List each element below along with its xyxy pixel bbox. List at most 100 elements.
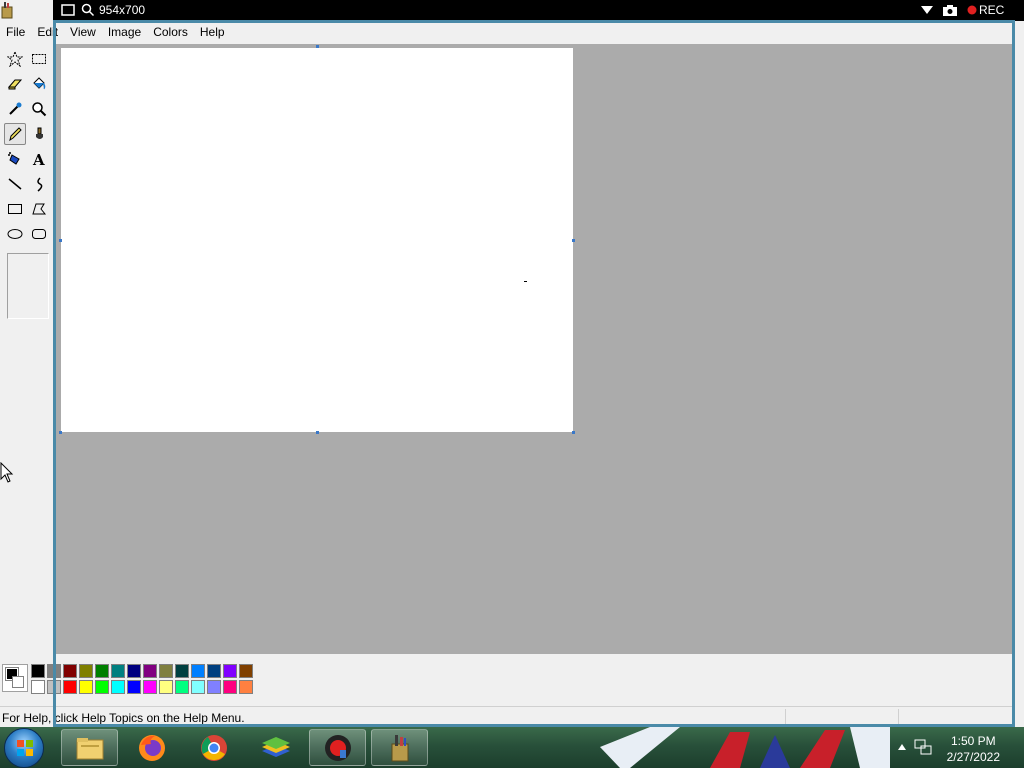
status-separator — [898, 709, 899, 725]
workspace — [53, 44, 1014, 654]
rectangle-tool[interactable] — [4, 198, 26, 220]
rounded-rectangle-tool[interactable] — [28, 223, 50, 245]
taskbar-file-explorer[interactable] — [61, 729, 118, 766]
menu-file[interactable]: File — [0, 21, 31, 43]
camera-icon[interactable] — [942, 4, 958, 17]
pencil-icon — [9, 127, 22, 142]
free-form-select-tool[interactable] — [4, 48, 26, 70]
palette-swatch[interactable] — [95, 680, 109, 694]
palette-swatch[interactable] — [47, 680, 61, 694]
taskbar-screen-recorder[interactable] — [309, 729, 366, 766]
airbrush-icon — [8, 152, 20, 165]
rec-label[interactable]: REC — [979, 3, 1004, 17]
palette-swatch[interactable] — [207, 664, 221, 678]
palette-swatch[interactable] — [127, 680, 141, 694]
line-icon — [8, 178, 22, 190]
menu-image[interactable]: Image — [102, 21, 147, 43]
brush-tool[interactable] — [28, 123, 50, 145]
palette-swatch[interactable] — [31, 680, 45, 694]
taskbar-chrome[interactable] — [185, 729, 242, 766]
line-tool[interactable] — [4, 173, 26, 195]
dropdown-arrow-icon[interactable] — [921, 6, 933, 15]
folder-icon — [76, 737, 103, 759]
curve-tool[interactable] — [28, 173, 50, 195]
recorder-icon — [324, 734, 351, 761]
text-icon: A — [32, 151, 45, 167]
palette-swatch[interactable] — [31, 664, 45, 678]
fill-tool[interactable] — [28, 73, 50, 95]
tool-options-panel[interactable] — [7, 253, 49, 319]
palette-swatch[interactable] — [175, 664, 189, 678]
capture-size-label: 954x700 — [99, 3, 146, 17]
palette-swatch[interactable] — [223, 664, 237, 678]
recorder-toolbar: 954x700 REC — [53, 0, 1024, 21]
search-icon[interactable] — [81, 3, 95, 17]
text-tool[interactable]: A — [28, 148, 50, 170]
window-icon[interactable] — [61, 4, 75, 16]
palette-swatch[interactable] — [191, 680, 205, 694]
palette-swatch[interactable] — [159, 680, 173, 694]
rectangle-icon — [8, 204, 22, 214]
pick-color-tool[interactable] — [4, 98, 26, 120]
palette-swatch[interactable] — [223, 680, 237, 694]
menu-view[interactable]: View — [64, 21, 102, 43]
curve-icon — [37, 177, 43, 192]
resize-handle-bottom[interactable] — [316, 431, 319, 434]
eraser-icon — [7, 79, 23, 90]
menu-edit[interactable]: Edit — [31, 21, 64, 43]
polygon-icon — [32, 203, 47, 215]
palette-swatch[interactable] — [111, 664, 125, 678]
palette-swatch[interactable] — [79, 664, 93, 678]
resize-handle-top — [316, 45, 319, 48]
palette-swatch[interactable] — [47, 664, 61, 678]
windows-logo-icon — [17, 740, 33, 756]
polygon-tool[interactable] — [28, 198, 50, 220]
airbrush-tool[interactable] — [4, 148, 26, 170]
resize-handle-right[interactable] — [572, 239, 575, 242]
palette-swatch[interactable] — [63, 680, 77, 694]
palette-swatch[interactable] — [239, 680, 253, 694]
pencil-tool[interactable] — [4, 123, 26, 145]
palette-swatch[interactable] — [175, 680, 189, 694]
palette-swatch[interactable] — [143, 664, 157, 678]
palette-swatch[interactable] — [63, 664, 77, 678]
menu-colors[interactable]: Colors — [147, 21, 194, 43]
status-bar: For Help, click Help Topics on the Help … — [0, 706, 1012, 727]
chrome-icon — [200, 734, 227, 761]
magnifier-icon — [32, 102, 47, 117]
start-button[interactable] — [4, 728, 44, 768]
current-colors[interactable] — [2, 664, 28, 692]
palette-swatch[interactable] — [143, 680, 157, 694]
tool-box: A — [0, 44, 53, 654]
ellipse-tool[interactable] — [4, 223, 26, 245]
palette-swatch[interactable] — [95, 664, 109, 678]
taskbar-bluestacks[interactable] — [247, 729, 304, 766]
star-select-icon — [7, 51, 23, 67]
network-icon[interactable] — [914, 738, 932, 756]
palette-swatch[interactable] — [207, 680, 221, 694]
mouse-cursor-icon — [0, 461, 14, 484]
magnifier-tool[interactable] — [28, 98, 50, 120]
palette-swatch[interactable] — [127, 664, 141, 678]
status-help-text: For Help, click Help Topics on the Help … — [2, 711, 245, 725]
taskbar-paint[interactable] — [371, 729, 428, 766]
palette-swatch[interactable] — [111, 680, 125, 694]
drawing-canvas[interactable] — [61, 48, 573, 432]
select-tool[interactable] — [28, 48, 50, 70]
menu-bar: File Edit View Image Colors Help — [0, 21, 1024, 43]
menu-help[interactable]: Help — [194, 21, 231, 43]
brush-icon — [36, 127, 43, 139]
resize-handle-corner[interactable] — [572, 431, 575, 434]
palette-swatch[interactable] — [79, 680, 93, 694]
palette-swatch[interactable] — [191, 664, 205, 678]
resize-handle-left — [59, 239, 62, 242]
eraser-tool[interactable] — [4, 73, 26, 95]
firefox-icon — [138, 734, 165, 761]
palette-swatch[interactable] — [159, 664, 173, 678]
clock[interactable]: 1:50 PM 2/27/2022 — [947, 733, 1000, 765]
wallpaper-peek — [590, 727, 890, 768]
show-hidden-icons-icon[interactable] — [898, 744, 906, 750]
paint-app-icon[interactable] — [0, 0, 16, 20]
palette-swatch[interactable] — [239, 664, 253, 678]
taskbar-firefox[interactable] — [123, 729, 180, 766]
